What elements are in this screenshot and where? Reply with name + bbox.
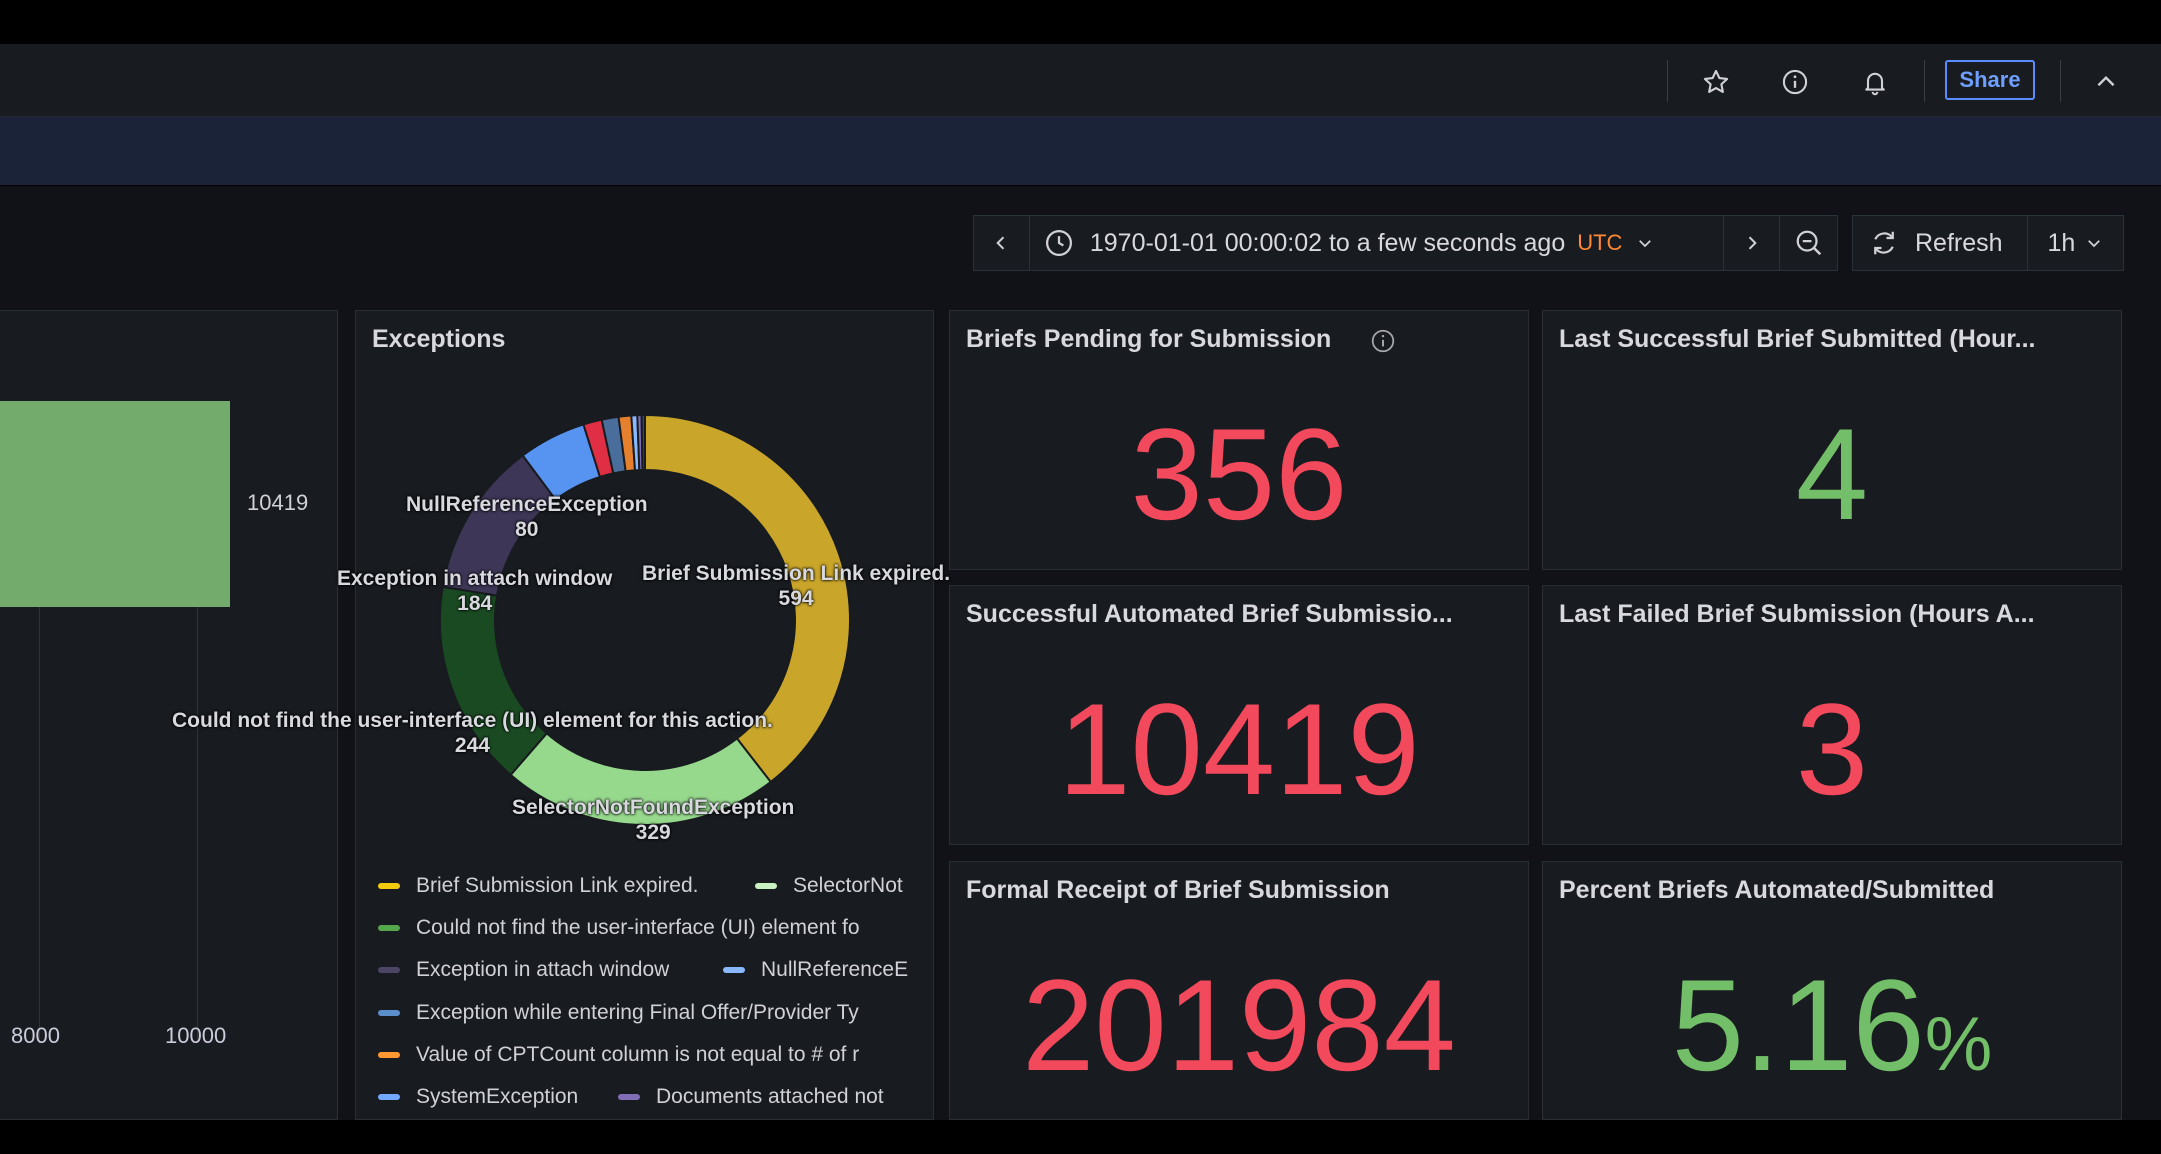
grid-line bbox=[197, 603, 198, 1043]
legend-item[interactable]: Exception in attach window bbox=[378, 958, 669, 982]
legend-item[interactable]: Could not find the user-interface (UI) e… bbox=[378, 916, 860, 940]
bottom-letterbox bbox=[0, 1120, 2161, 1154]
legend-label: Could not find the user-interface (UI) e… bbox=[416, 916, 860, 939]
refresh-button[interactable]: Refresh bbox=[1853, 216, 2028, 270]
slice-label-attach: Exception in attach window 184 bbox=[337, 567, 613, 615]
legend-swatch bbox=[378, 1094, 400, 1100]
top-navbar bbox=[0, 44, 2161, 117]
legend-swatch bbox=[378, 883, 400, 889]
panel-title: Exceptions bbox=[372, 325, 506, 353]
stat-successful-automated[interactable]: Successful Automated Brief Submissio... … bbox=[949, 585, 1529, 845]
legend-label: NullReferenceE bbox=[761, 958, 909, 981]
refresh-interval-value: 1h bbox=[2047, 228, 2076, 257]
legend-item[interactable]: NullReferenceE bbox=[723, 958, 908, 982]
legend-label: Value of CPTCount column is not equal to… bbox=[416, 1043, 860, 1066]
stat-value: 5.16% bbox=[1543, 950, 2121, 1100]
time-range-text: 1970-01-01 00:00:02 to a few seconds ago bbox=[1089, 228, 1566, 257]
refresh-icon bbox=[1874, 231, 1894, 255]
stat-value: 3 bbox=[1795, 676, 1869, 822]
legend-item[interactable]: Exception while entering Final Offer/Pro… bbox=[378, 1001, 859, 1025]
refresh-interval-select[interactable]: 1h bbox=[2028, 216, 2123, 270]
toolbar-divider bbox=[1667, 60, 1668, 102]
info-icon[interactable] bbox=[1775, 62, 1815, 102]
legend-label: SystemException bbox=[416, 1085, 579, 1108]
panel-title: Last Successful Brief Submitted (Hour... bbox=[1559, 325, 2036, 353]
bar-10419 bbox=[0, 401, 230, 607]
slice-label-null: NullReferenceException 80 bbox=[406, 493, 648, 541]
bar-value-label: 10419 bbox=[247, 490, 309, 515]
legend-swatch bbox=[723, 967, 745, 973]
toolbar-divider bbox=[2060, 60, 2061, 102]
stat-last-failed[interactable]: Last Failed Brief Submission (Hours A...… bbox=[1542, 585, 2122, 845]
legend-item[interactable]: SelectorNot bbox=[755, 874, 903, 898]
clock-icon bbox=[1045, 230, 1072, 256]
zoom-out-icon bbox=[1796, 230, 1821, 256]
zoom-out-button[interactable] bbox=[1780, 216, 1837, 270]
legend-item[interactable]: Value of CPTCount column is not equal to… bbox=[378, 1043, 859, 1067]
stat-value: 4 bbox=[1795, 401, 1869, 547]
stat-value: 201984 bbox=[1022, 952, 1456, 1098]
refresh-label: Refresh bbox=[1915, 228, 2003, 257]
star-icon[interactable] bbox=[1696, 62, 1736, 102]
legend-item[interactable]: SystemException bbox=[378, 1085, 578, 1109]
chevron-left-icon bbox=[996, 236, 1005, 250]
stat-value: 356 bbox=[1130, 401, 1348, 547]
legend-swatch bbox=[755, 883, 777, 889]
stat-value: 10419 bbox=[1058, 676, 1420, 822]
timezone-badge: UTC bbox=[1577, 230, 1623, 255]
share-button[interactable]: Share bbox=[1945, 60, 2035, 100]
stat-formal-receipt[interactable]: Formal Receipt of Brief Submission 20198… bbox=[949, 861, 1529, 1120]
stat-last-success[interactable]: Last Successful Brief Submitted (Hour...… bbox=[1542, 310, 2122, 570]
percent-unit: % bbox=[1924, 1002, 1993, 1087]
grid-line bbox=[39, 603, 40, 1043]
panel-title: Percent Briefs Automated/Submitted bbox=[1559, 876, 1995, 904]
time-range-picker: 1970-01-01 00:00:02 to a few seconds ago… bbox=[973, 215, 1838, 271]
panel-title: Successful Automated Brief Submissio... bbox=[966, 600, 1453, 628]
percent-number: 5.16 bbox=[1671, 952, 1925, 1098]
chevron-down-icon bbox=[1639, 240, 1652, 248]
dashboard-banner bbox=[0, 117, 2161, 185]
legend-swatch bbox=[378, 1010, 400, 1016]
chevron-right-icon bbox=[1748, 236, 1757, 250]
chevron-down-icon bbox=[2088, 240, 2101, 248]
panel-title: Last Failed Brief Submission (Hours A... bbox=[1559, 600, 2035, 628]
legend-swatch bbox=[378, 967, 400, 973]
legend-swatch bbox=[378, 1052, 400, 1058]
x-tick-label: 8000 bbox=[11, 1023, 60, 1048]
stat-briefs-pending[interactable]: Briefs Pending for Submission 356 bbox=[949, 310, 1529, 570]
x-tick-label: 10000 bbox=[165, 1023, 227, 1048]
slice-label-couldnot: Could not find the user-interface (UI) e… bbox=[172, 709, 773, 757]
legend-swatch bbox=[618, 1094, 640, 1100]
refresh-picker: Refresh 1h bbox=[1852, 215, 2124, 271]
panel-title: Briefs Pending for Submission bbox=[966, 325, 1332, 353]
legend-label: Brief Submission Link expired. bbox=[416, 874, 699, 897]
info-icon[interactable] bbox=[1370, 328, 1396, 359]
legend-label: Exception in attach window bbox=[416, 958, 670, 981]
chevron-up-icon[interactable] bbox=[2086, 62, 2126, 102]
slice-label-brief: Brief Submission Link expired. 594 bbox=[642, 562, 951, 610]
stat-percent-automated[interactable]: Percent Briefs Automated/Submitted 5.16% bbox=[1542, 861, 2122, 1120]
time-shift-forward-button[interactable] bbox=[1724, 216, 1781, 270]
legend-item[interactable]: Documents attached not bbox=[618, 1085, 884, 1109]
bell-icon[interactable] bbox=[1855, 62, 1895, 102]
legend-label: Documents attached not bbox=[656, 1085, 884, 1108]
toolbar-divider bbox=[1924, 60, 1925, 102]
legend-swatch bbox=[378, 925, 400, 931]
panel-title: Formal Receipt of Brief Submission bbox=[966, 876, 1390, 904]
time-shift-back-button[interactable] bbox=[974, 216, 1030, 270]
slice-label-selector: SelectorNotFoundException 329 bbox=[512, 796, 795, 844]
legend-label: Exception while entering Final Offer/Pro… bbox=[416, 1001, 859, 1024]
legend-item[interactable]: Brief Submission Link expired. bbox=[378, 874, 698, 898]
legend-label: SelectorNot bbox=[793, 874, 903, 897]
time-range-button[interactable]: 1970-01-01 00:00:02 to a few seconds ago… bbox=[1030, 216, 1725, 270]
